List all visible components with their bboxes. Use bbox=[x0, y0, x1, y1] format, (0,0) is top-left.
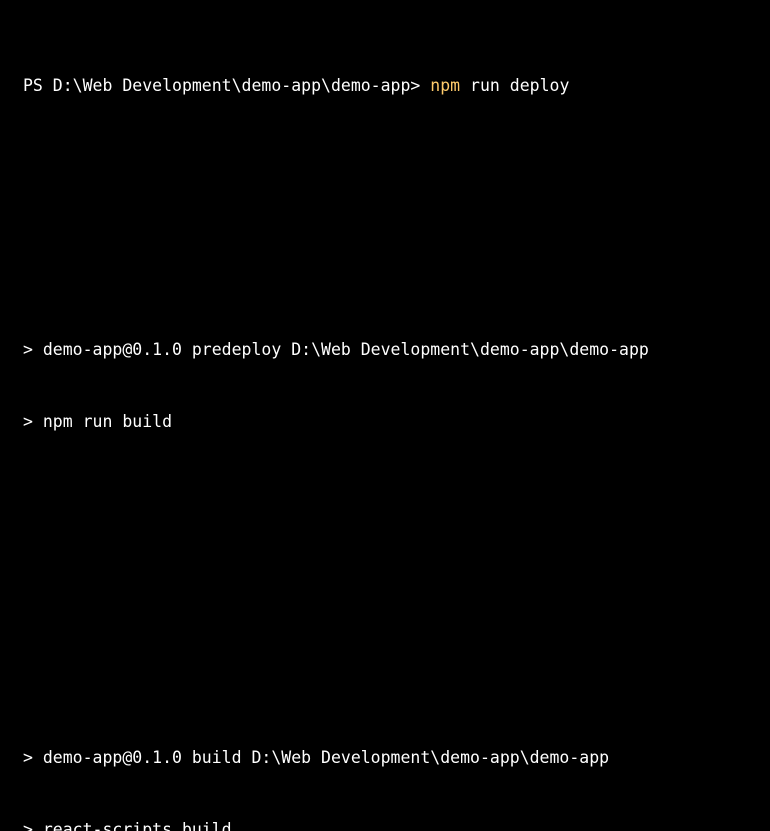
npm-run-build-line: > npm run build bbox=[23, 412, 173, 431]
command-arguments: run deploy bbox=[460, 76, 570, 95]
build-script-line: > demo-app@0.1.0 build D:\Web Developmen… bbox=[23, 748, 610, 767]
command-line-prompt: PS D:\Web Development\demo-app\demo-app>… bbox=[23, 74, 770, 98]
command-name: npm bbox=[430, 76, 461, 95]
predeploy-script-line: > demo-app@0.1.0 predeploy D:\Web Develo… bbox=[23, 340, 649, 359]
terminal-window[interactable]: PS D:\Web Development\demo-app\demo-app>… bbox=[0, 0, 770, 831]
prompt-path: PS D:\Web Development\demo-app\demo-app> bbox=[23, 76, 431, 95]
react-scripts-build-line: > react-scripts build bbox=[23, 820, 232, 831]
